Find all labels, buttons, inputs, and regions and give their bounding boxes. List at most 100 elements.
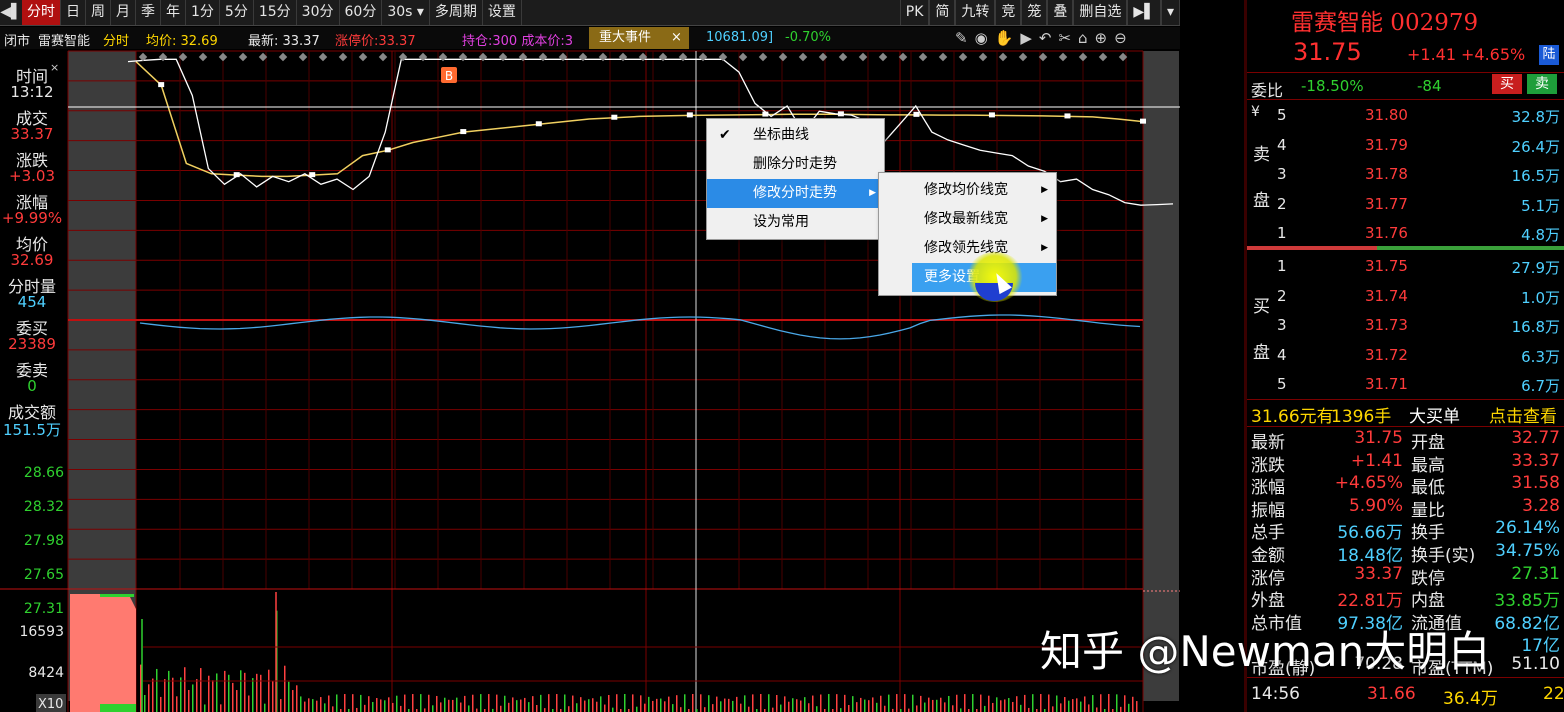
volume-bar — [392, 702, 394, 712]
submenu-item-0[interactable]: 修改均价线宽 ▶ — [912, 176, 1056, 205]
orderbook-row[interactable]: 2 31.77 5.1万 — [1247, 190, 1564, 219]
menu-item-1[interactable]: 删除分时走势 — [707, 150, 884, 179]
tab-period-12[interactable]: 多周期 — [430, 0, 483, 25]
submenu-item-1[interactable]: 修改最新线宽 ▶ — [912, 205, 1056, 234]
toolbar-btn-7[interactable]: ▶▌ — [1127, 0, 1161, 25]
tab-period-9[interactable]: 30分 — [297, 0, 340, 25]
tick-vol: 36.4万 — [1443, 689, 1498, 709]
volume-bar — [844, 694, 846, 712]
stat-v2: 17亿 — [1521, 636, 1560, 657]
toolbar-btn-4[interactable]: 笼 — [1021, 0, 1048, 25]
orderbook-price: 31.80 — [1365, 106, 1408, 124]
volume-bar — [436, 695, 438, 712]
chart-tool-icons[interactable]: ✎◉✋▶↶✂⌂⊕⊖ — [955, 29, 1134, 47]
volume-bar — [512, 697, 514, 712]
toolbar-btn-6[interactable]: 删自选 — [1073, 0, 1128, 25]
toolbar-btn-3[interactable]: 竞 — [995, 0, 1022, 25]
close-icon[interactable]: × — [671, 27, 682, 49]
big-order-row[interactable]: 31.66元有 1396手 大买单 点击查看 — [1247, 402, 1564, 427]
volume-bar — [792, 698, 794, 712]
orderbook-row[interactable]: 1 31.76 4.8万 — [1247, 219, 1564, 248]
toolbar-btn-0[interactable]: PK — [899, 0, 930, 25]
orderbook-row[interactable]: 4 31.72 6.3万 — [1247, 341, 1564, 370]
volume-bar — [336, 694, 338, 712]
orderbook-row[interactable]: 5 31.80 32.8万 — [1247, 101, 1564, 130]
tab-period-6[interactable]: 1分 — [186, 0, 220, 25]
volume-bar — [1012, 701, 1014, 712]
limit-diamond — [918, 52, 928, 62]
tab-period-8[interactable]: 15分 — [254, 0, 297, 25]
volume-bar — [352, 694, 354, 712]
volume-bar — [284, 665, 286, 712]
orderbook-lvl: 3 — [1277, 316, 1287, 334]
limit-diamond — [798, 52, 808, 62]
volume-bar — [876, 702, 878, 712]
volume-bar — [760, 694, 762, 712]
big-order-link[interactable]: 点击查看 — [1489, 402, 1557, 427]
volume-bar — [1000, 700, 1002, 712]
limit-price: 涨停价:33.37 — [335, 34, 416, 49]
volume-bar — [672, 704, 674, 712]
volume-bar — [772, 707, 774, 712]
sell-button[interactable]: 卖 — [1527, 74, 1557, 94]
stat-row: 涨幅 +4.65% 最低 31.58 — [1247, 473, 1564, 498]
volume-bar — [820, 694, 822, 712]
tab-period-7[interactable]: 5分 — [220, 0, 254, 25]
volume-bar — [580, 697, 582, 712]
orderbook-row[interactable]: 2 31.74 1.0万 — [1247, 282, 1564, 311]
volume-bar — [972, 694, 974, 712]
volume-bar — [604, 704, 606, 712]
toolbar-btn-2[interactable]: 九转 — [955, 0, 996, 25]
volume-bar — [444, 697, 446, 712]
weibi-value: -18.50% — [1301, 77, 1364, 95]
volume-bar — [1092, 695, 1094, 712]
menu-item-2[interactable]: 修改分时走势 ▶ — [707, 179, 884, 208]
orderbook-row[interactable]: 4 31.79 26.4万 — [1247, 131, 1564, 160]
volume-bar — [1004, 699, 1006, 712]
orderbook-vol: 27.9万 — [1511, 259, 1560, 277]
volume-bar — [160, 696, 162, 712]
orderbook-row[interactable]: 3 31.73 16.8万 — [1247, 311, 1564, 340]
stat-v2: 26.14% — [1495, 518, 1560, 539]
volume-bar — [244, 672, 246, 712]
volume-bar — [888, 694, 890, 712]
volume-bar — [1100, 694, 1102, 712]
volume-bar — [1128, 703, 1130, 712]
divider — [1247, 99, 1564, 100]
buy-button[interactable]: 买 — [1492, 74, 1522, 94]
tab-period-1[interactable]: 日 — [61, 0, 86, 25]
stat-row: 金额 18.48亿 换手(实) 34.75% — [1247, 541, 1564, 566]
toolbar-btn-5[interactable]: 叠 — [1047, 0, 1074, 25]
volume-bar — [564, 694, 566, 712]
orderbook-row[interactable]: 5 31.71 6.7万 — [1247, 370, 1564, 399]
limit-diamond — [458, 52, 468, 62]
volume-bar — [568, 706, 570, 712]
volume-bar — [344, 694, 346, 712]
volume-bar — [768, 694, 770, 712]
menu-item-3[interactable]: 设为常用 — [707, 208, 884, 237]
tab-period-5[interactable]: 年 — [161, 0, 186, 25]
stat-l1: 金额 — [1251, 546, 1285, 566]
tab-period-13[interactable]: 设置 — [483, 0, 522, 25]
tab-major-events[interactable]: 重大事件 × — [589, 27, 689, 49]
volume-bar — [948, 695, 950, 712]
orderbook-row[interactable]: 1 31.75 27.9万 — [1247, 252, 1564, 281]
panel-toggle-icon[interactable]: ◀▌ — [0, 0, 22, 25]
avg-marker — [1064, 113, 1071, 119]
volume-bar — [624, 694, 626, 712]
limit-diamond — [518, 52, 528, 62]
tab-period-4[interactable]: 季 — [136, 0, 161, 25]
tab-period-3[interactable]: 月 — [111, 0, 136, 25]
tab-period-2[interactable]: 周 — [86, 0, 111, 25]
menu-item-0[interactable]: ✔ 坐标曲线 — [707, 121, 884, 150]
toolbar-btn-8[interactable]: ▾ — [1160, 0, 1180, 25]
tab-period-10[interactable]: 60分 — [340, 0, 383, 25]
orderbook-price: 31.77 — [1365, 194, 1408, 213]
toolbar-btn-1[interactable]: 简 — [929, 0, 956, 25]
intraday-chart[interactable]: B33.3728.6628.3227.9827.6527.319.99%8.88… — [0, 49, 1180, 712]
tab-period-11[interactable]: 30s ▾ — [382, 0, 430, 25]
volume-bar — [172, 677, 174, 712]
orderbook-row[interactable]: 3 31.78 16.5万 — [1247, 160, 1564, 189]
watermark: 知乎 @Newman大明白 — [1040, 627, 1491, 676]
tab-period-0[interactable]: 分时 — [22, 0, 61, 25]
